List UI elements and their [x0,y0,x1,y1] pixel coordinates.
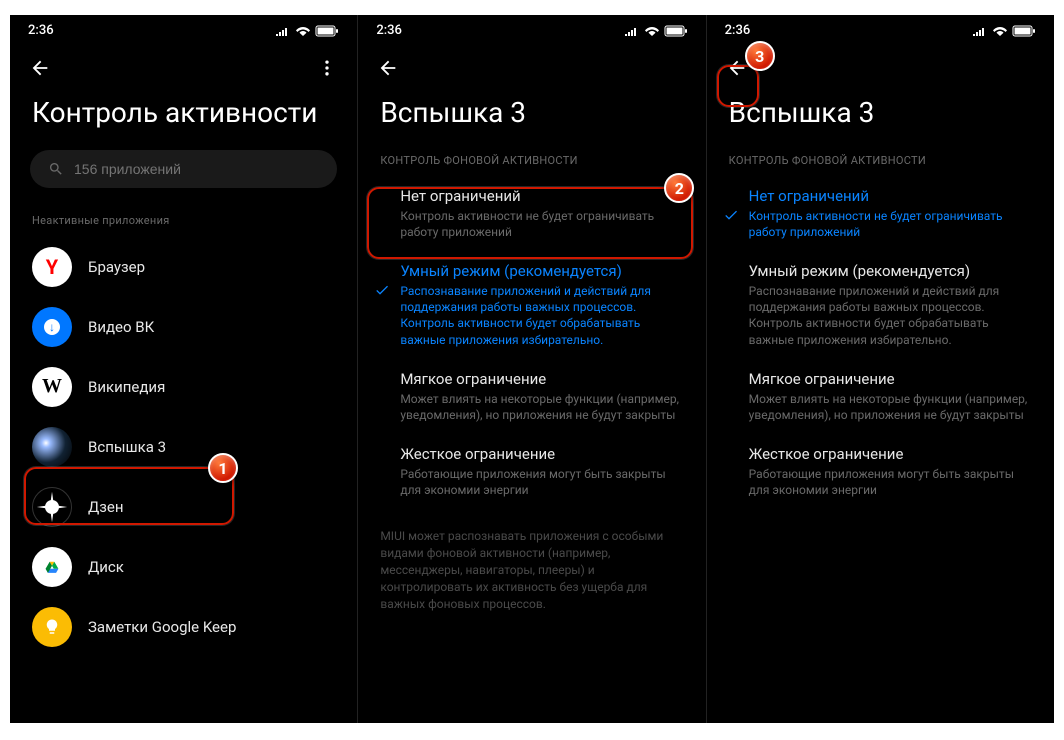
option-smart-mode[interactable]: Умный режим (рекомендуется) Распознавани… [364,252,699,360]
option-hard-limit[interactable]: Жесткое ограничение Работающие приложени… [713,435,1048,510]
section-label: Неактивные приложения [10,206,357,237]
option-desc: Контроль активности не будет ограничиват… [400,208,683,240]
app-item-flash[interactable]: Вспышка 3 [20,417,347,477]
app-item-vk[interactable]: ↓ Видео ВК [20,297,347,357]
status-icons [275,25,339,37]
option-desc: Работающие приложения могут быть закрыты… [400,466,683,498]
search-icon [48,161,64,177]
option-title: Жесткое ограничение [749,445,1032,463]
option-hard-limit[interactable]: Жесткое ограничение Работающие приложени… [364,435,699,510]
search-input[interactable] [74,161,319,177]
app-label: Браузер [88,258,145,276]
option-title: Мягкое ограничение [400,370,683,388]
marker-3: 3 [745,41,775,71]
option-no-limits[interactable]: Нет ограничений Контроль активности не б… [713,177,1048,252]
status-icons [972,25,1036,37]
page-title: Вспышка 3 [707,90,1054,146]
page-title: Контроль активности [10,90,357,146]
wikipedia-icon: W [32,367,72,407]
status-time: 2:36 [725,23,751,38]
phone-screen-1: 2:36 Контроль активности Неактивные прил… [10,15,358,723]
option-desc: Распознавание приложений и действий для … [400,283,683,348]
keep-icon [32,607,72,647]
marker-1: 1 [208,453,238,483]
status-bar: 2:36 [707,15,1054,42]
option-desc: Распознавание приложений и действий для … [749,283,1032,348]
section-label: КОНТРОЛЬ ФОНОВОЙ АКТИВНОСТИ [707,146,1054,177]
status-icons [624,25,688,37]
app-item-browser[interactable]: Y Браузер [20,237,347,297]
option-desc: Контроль активности не будет ограничиват… [749,208,1032,240]
option-title: Умный режим (рекомендуется) [749,262,1032,280]
option-title: Нет ограничений [400,187,683,205]
status-time: 2:36 [376,23,402,38]
page-title: Вспышка 3 [358,90,705,146]
app-label: Диск [88,558,124,576]
app-label: Видео ВК [88,318,154,336]
option-smart-mode[interactable]: Умный режим (рекомендуется) Распознавани… [713,252,1048,360]
option-desc: Работающие приложения могут быть закрыты… [749,466,1032,498]
yandex-icon: Y [32,247,72,287]
option-soft-limit[interactable]: Мягкое ограничение Может влиять на некот… [364,360,699,435]
flash-icon [32,427,72,467]
check-icon [723,207,739,223]
app-item-keep[interactable]: Заметки Google Keep [20,597,347,657]
phone-screen-3: 2:36 Вспышка 3 КОНТРОЛЬ ФОНОВОЙ АКТИВНОС… [707,15,1054,723]
section-label: КОНТРОЛЬ ФОНОВОЙ АКТИВНОСТИ [358,146,705,177]
option-soft-limit[interactable]: Мягкое ограничение Может влиять на некот… [713,360,1048,435]
app-label: Дзен [88,498,124,516]
status-time: 2:36 [28,23,54,38]
check-icon [374,282,390,298]
option-desc: Может влиять на некоторые функции (напри… [749,391,1032,423]
status-bar: 2:36 [10,15,357,42]
option-title: Умный режим (рекомендуется) [400,262,683,280]
app-label: Вспышка 3 [88,438,166,456]
phone-screen-2: 2:36 Вспышка 3 КОНТРОЛЬ ФОНОВОЙ АКТИВНОС… [358,15,706,723]
app-item-disk[interactable]: Диск [20,537,347,597]
vk-icon: ↓ [32,307,72,347]
footer-note: MIUI может распознавать приложения с осо… [358,510,705,630]
back-button[interactable] [376,56,400,80]
option-title: Мягкое ограничение [749,370,1032,388]
option-title: Нет ограничений [749,187,1032,205]
app-label: Заметки Google Keep [88,618,236,636]
app-label: Википедия [88,378,165,396]
app-item-dzen[interactable]: Дзен [20,477,347,537]
option-title: Жесткое ограничение [400,445,683,463]
status-bar: 2:36 [358,15,705,42]
dzen-icon [32,487,72,527]
search-box[interactable] [30,150,337,188]
back-button[interactable] [28,56,52,80]
option-no-limits[interactable]: Нет ограничений Контроль активности не б… [364,177,699,252]
overflow-menu-button[interactable] [315,56,339,80]
app-item-wikipedia[interactable]: W Википедия [20,357,347,417]
drive-icon [32,547,72,587]
option-desc: Может влиять на некоторые функции (напри… [400,391,683,423]
